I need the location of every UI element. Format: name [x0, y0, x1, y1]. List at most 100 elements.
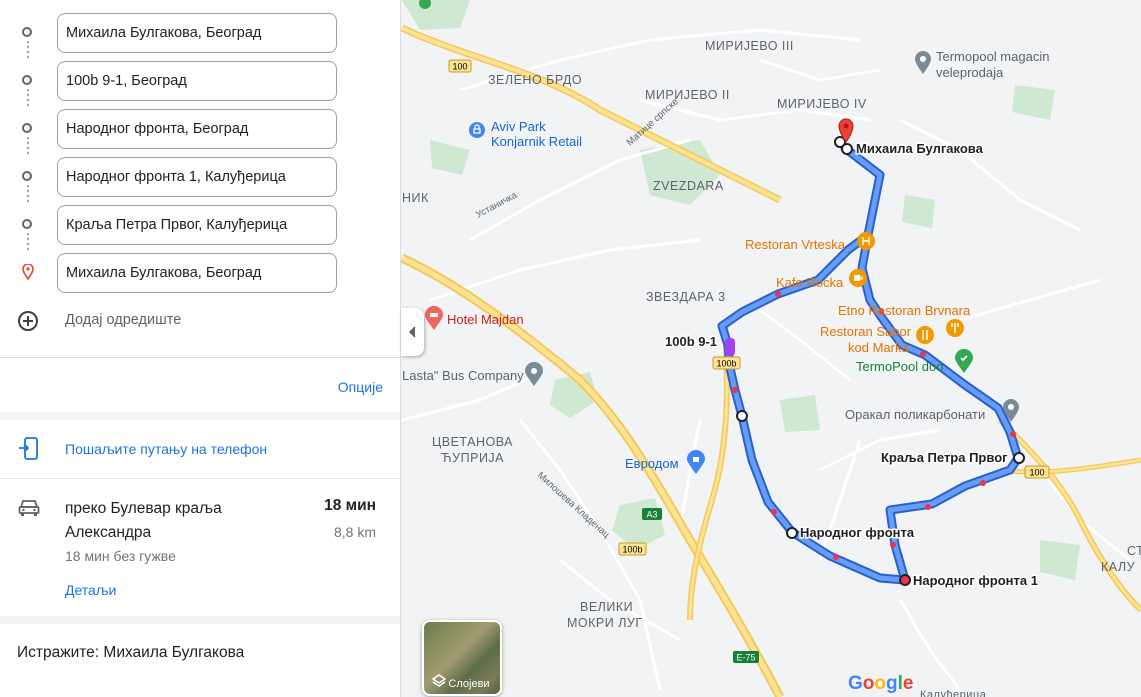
route-via-title: преко Булевар краља Александра — [65, 500, 222, 541]
destination-pin-icon — [22, 264, 34, 280]
car-icon — [18, 500, 40, 516]
svg-text:Etno Restoran Brvnara: Etno Restoran Brvnara — [838, 303, 971, 318]
layers-button[interactable]: Слојеви — [422, 620, 502, 696]
collapse-panel-button[interactable] — [401, 308, 424, 356]
waypoint-marker-4 — [899, 574, 911, 586]
road-shield-e75: E-75 — [733, 651, 759, 663]
send-to-phone-button[interactable]: Пошаљите путању на телефон — [0, 420, 400, 479]
google-logo-letter: g — [886, 673, 898, 694]
kafe-rocka-icon — [849, 269, 867, 287]
svg-text:КАЛУ: КАЛУ — [1101, 560, 1135, 574]
svg-text:Калуђерица: Калуђерица — [920, 689, 987, 697]
waypoint-stop-circle-icon — [22, 75, 32, 85]
waypoint-row: Народног фронта, Београд — [0, 109, 400, 149]
waypoint-connector-dots — [27, 185, 29, 205]
waypoint-input-destination[interactable]: Михаила Булгакова, Београд — [57, 253, 337, 293]
explore-nearby-label[interactable]: Истражите: Михаила Булгакова — [17, 644, 244, 662]
google-logo: Google — [848, 673, 913, 695]
svg-text:100: 100 — [452, 62, 467, 72]
waypoint-connector-dots — [27, 233, 29, 253]
add-destination-label: Додај одредиште — [65, 312, 182, 328]
svg-text:Народног фронта: Народног фронта — [800, 525, 915, 540]
waypoint-row: 100b 9-1, Београд — [0, 61, 400, 101]
svg-text:100b: 100b — [622, 545, 642, 555]
svg-text:СТ: СТ — [1127, 544, 1141, 558]
section-divider — [0, 412, 400, 420]
google-logo-letter: o — [874, 673, 886, 694]
waypoint-input-1[interactable]: Михаила Булгакова, Београд — [57, 13, 337, 53]
add-destination-button[interactable]: Додај одредиште — [0, 301, 400, 341]
road-shield-100b-b: 100b — [618, 542, 647, 556]
svg-text:Aviv Park: Aviv Park — [491, 119, 546, 134]
section-divider — [0, 616, 400, 624]
svg-text:Konjarnik Retail: Konjarnik Retail — [491, 134, 582, 149]
route-duration: 18 мин — [324, 497, 376, 514]
road-shield-100-b: 100 — [1024, 465, 1050, 479]
svg-text:100b: 100b — [716, 359, 736, 369]
svg-text:МОКРИ ЛУГ: МОКРИ ЛУГ — [567, 616, 643, 630]
svg-text:МИРИЈЕВО III: МИРИЈЕВО III — [705, 39, 794, 53]
waypoint-connector-dots — [27, 89, 29, 109]
route-details-link[interactable]: Детаљи — [65, 582, 116, 598]
waypoint-marker-2 — [736, 410, 748, 422]
send-to-phone-label: Пошаљите путању на телефон — [65, 441, 268, 457]
road-shield-a3: A3 — [642, 508, 662, 520]
svg-text:Kafe Rocka: Kafe Rocka — [776, 275, 844, 290]
svg-text:Lasta" Bus Company: Lasta" Bus Company — [402, 368, 524, 383]
waypoint-row: Михаила Булгакова, Београд — [0, 253, 400, 293]
waypoint-marker-3 — [786, 527, 798, 539]
google-logo-letter: G — [848, 673, 863, 694]
waypoint-input-4[interactable]: Народног фронта 1, Калуђерица — [57, 157, 337, 197]
waypoint-row: Народног фронта 1, Калуђерица — [0, 157, 400, 197]
svg-text:Михаила Булгакова: Михаила Булгакова — [856, 141, 984, 156]
svg-text:E-75: E-75 — [736, 653, 755, 663]
svg-text:100: 100 — [1029, 468, 1044, 478]
route-option-card[interactable]: преко Булевар краља Александра 18 мин 8,… — [0, 479, 400, 616]
svg-text:ЦВЕТАНОВА: ЦВЕТАНОВА — [432, 435, 513, 449]
waypoint-connector-dots — [27, 137, 29, 157]
svg-text:A3: A3 — [646, 510, 657, 520]
svg-text:Оракал поликарбонати: Оракал поликарбонати — [845, 407, 985, 422]
options-button[interactable]: Опције — [338, 379, 383, 395]
waypoint-stop-circle-icon — [22, 171, 32, 181]
svg-text:МИРИЈЕВО IV: МИРИЈЕВО IV — [777, 97, 867, 111]
chevron-left-icon — [408, 326, 416, 338]
phone-send-icon — [19, 437, 38, 460]
svg-text:veleprodaja: veleprodaja — [936, 65, 1004, 80]
svg-text:МИРИЈЕВО II: МИРИЈЕВО II — [645, 88, 730, 102]
waypoint-marker-5 — [1013, 452, 1025, 464]
google-logo-letter: e — [902, 673, 914, 694]
svg-text:Restoran Vrteska: Restoran Vrteska — [745, 237, 846, 252]
waypoint-stop-circle-icon — [22, 219, 32, 229]
waypoint-input-2[interactable]: 100b 9-1, Београд — [57, 61, 337, 101]
waypoint-input-5[interactable]: Краља Петра Првог, Калуђерица — [57, 205, 337, 245]
waypoint-input-3[interactable]: Народног фронта, Београд — [57, 109, 337, 149]
route-distance: 8,8 km — [333, 524, 376, 540]
aviv-park-shopping-icon — [469, 122, 485, 138]
route-traffic-note: 18 мин без гужве — [65, 548, 176, 564]
svg-text:ЗЕЛЕНО БРДО: ЗЕЛЕНО БРДО — [488, 73, 582, 87]
svg-text:ЋУПРИЈА: ЋУПРИЈА — [441, 451, 504, 465]
svg-text:100b 9-1: 100b 9-1 — [665, 334, 717, 349]
waypoint-stop-circle-icon — [22, 123, 32, 133]
svg-text:Народног фронта 1: Народног фронта 1 — [913, 573, 1038, 588]
road-shield-100-a: 100 — [448, 59, 472, 73]
svg-text:Евродом: Евродом — [625, 456, 679, 471]
waypoint-marker-end — [841, 143, 853, 155]
directions-panel: Михаила Булгакова, Београд 100b 9-1, Бео… — [0, 0, 401, 697]
svg-text:ВЕЛИКИ: ВЕЛИКИ — [580, 600, 633, 614]
waypoint-origin-circle-icon — [22, 27, 32, 37]
svg-text:Restoran Sabor: Restoran Sabor — [820, 324, 912, 339]
road-shield-100b-a: 100b — [712, 356, 741, 370]
restoran-sabor-icon — [946, 319, 964, 337]
svg-text:TermoPool doo: TermoPool doo — [856, 359, 943, 374]
waypoints-list: Михаила Булгакова, Београд 100b 9-1, Бео… — [0, 0, 400, 358]
svg-text:ЗВЕЗДАРА 3: ЗВЕЗДАРА 3 — [646, 290, 726, 304]
waypoint-marker-1 — [725, 338, 735, 356]
svg-text:Hotel Majdan: Hotel Majdan — [447, 312, 524, 327]
waypoint-connector-dots — [27, 41, 29, 61]
svg-text:ZVEZDARA: ZVEZDARA — [653, 179, 724, 193]
restoran-brvnara-icon — [916, 326, 934, 344]
waypoint-row: Краља Петра Првог, Калуђерица — [0, 205, 400, 245]
layers-label: Слојеви — [448, 678, 490, 690]
